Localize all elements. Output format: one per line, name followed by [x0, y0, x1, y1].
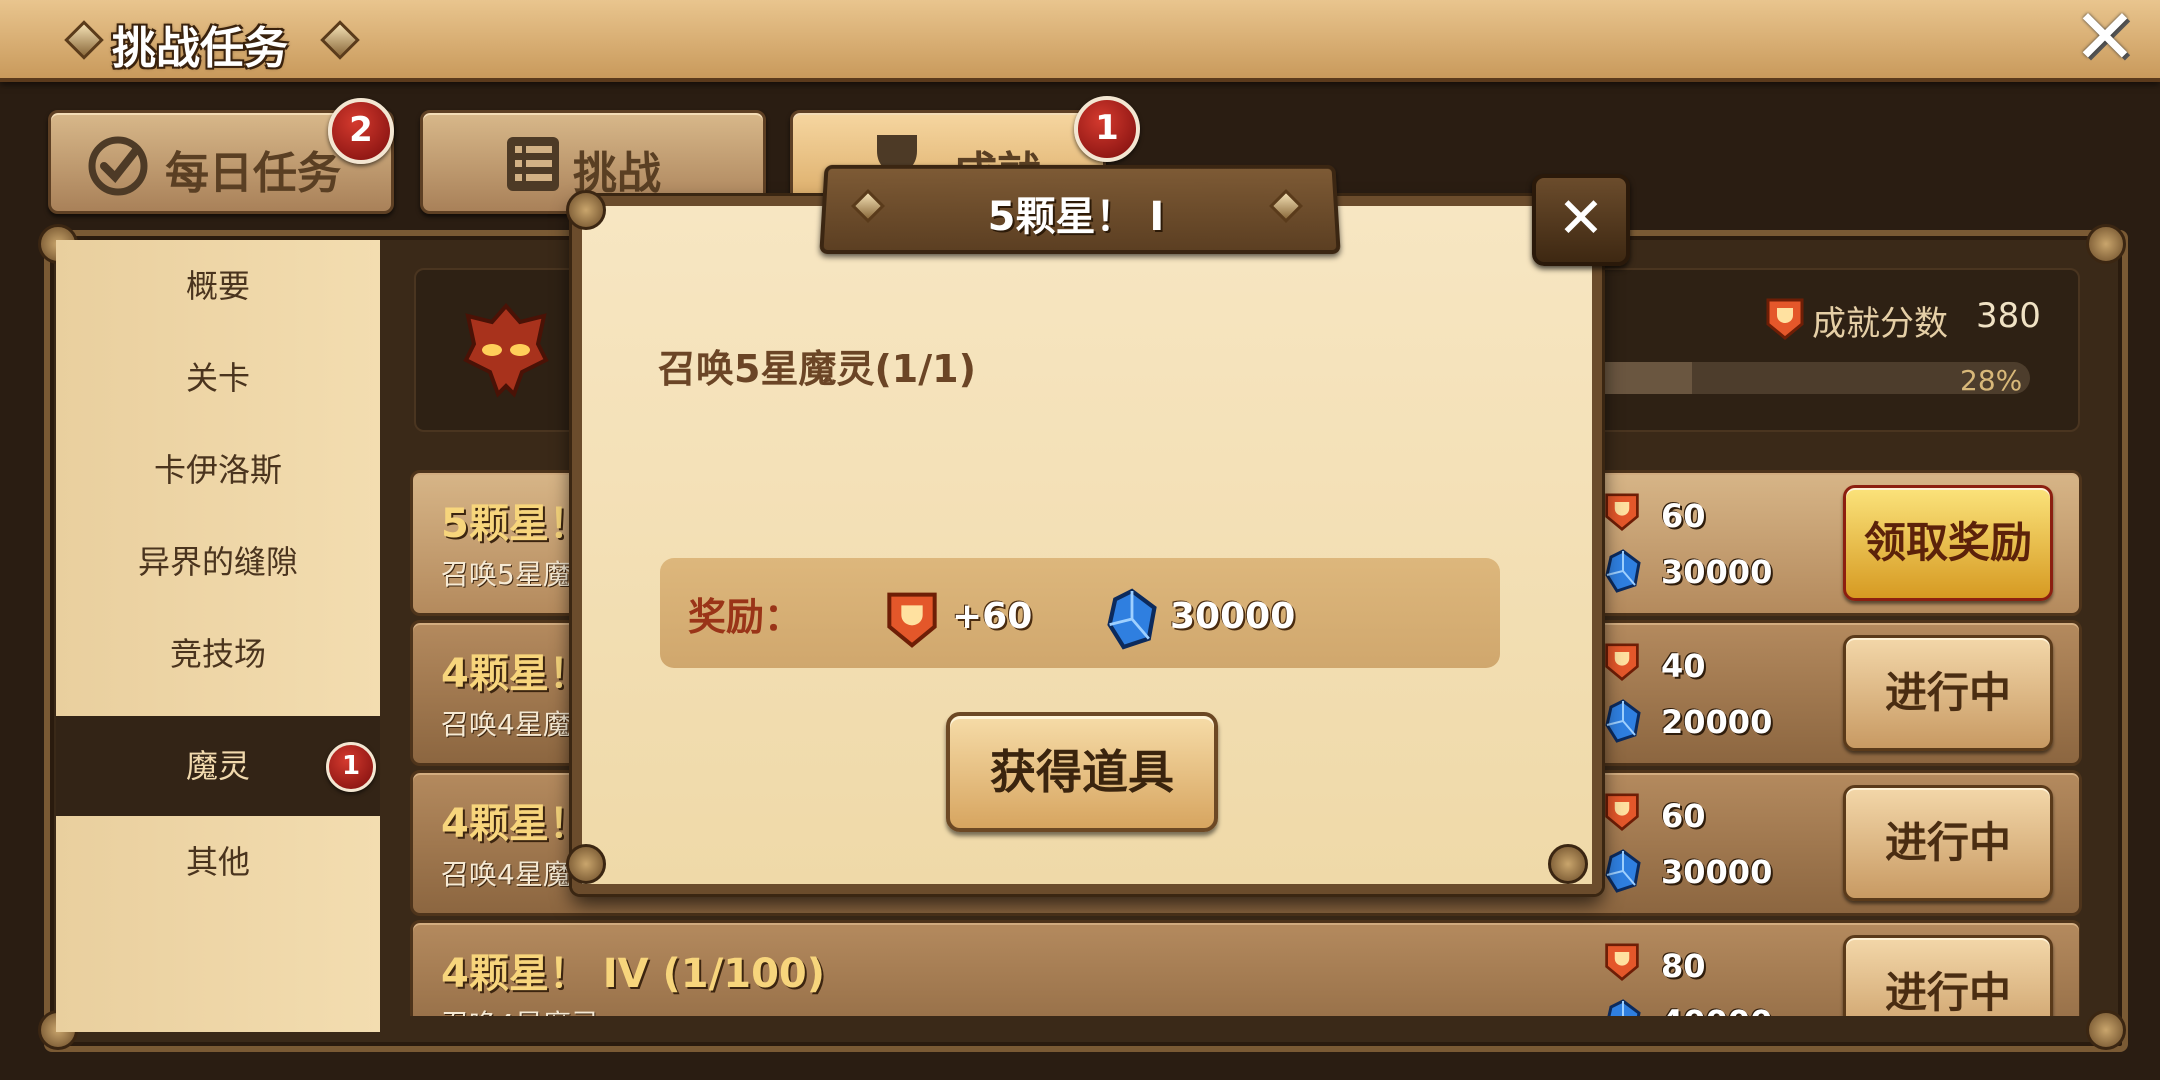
diamond-ornament-icon [320, 20, 360, 60]
frame-corner-ornament [2086, 224, 2126, 264]
tab-label: 每日任务 [165, 148, 341, 199]
gems-value: 40000 [1661, 1003, 1772, 1016]
crystal-icon [1605, 849, 1641, 893]
list-icon [507, 137, 559, 191]
task-title: 4颗星！ [441, 801, 589, 847]
notification-badge: 2 [328, 98, 394, 164]
points-value: 40 [1661, 647, 1706, 685]
task-subtitle: 召唤4星魔 [441, 708, 571, 741]
task-row: 4颗星！ IV (1/100) 召唤4星魔灵 80 40000 进行中 [410, 920, 2080, 1016]
in-progress-button[interactable]: 进行中 [1843, 935, 2053, 1016]
points-value: 80 [1661, 947, 1706, 985]
dialog-title: 5颗星！ I [987, 194, 1165, 240]
task-subtitle: 召唤5星魔 [441, 558, 571, 591]
close-button[interactable]: ✕ [2070, 0, 2140, 75]
reward-label: 奖励： [688, 595, 803, 639]
task-title: 5颗星！ [441, 501, 589, 547]
achievement-score-value: 380 [1976, 296, 2041, 336]
task-gems: 30000 [1603, 549, 1772, 601]
task-points: 60 [1603, 793, 1706, 839]
gems-value: 30000 [1661, 553, 1773, 591]
reward-points: +60 [952, 596, 1033, 637]
dialog-corner-ornament [566, 190, 606, 230]
get-item-button[interactable]: 获得道具 [946, 712, 1218, 832]
dialog-close-button[interactable]: ✕ [1532, 174, 1630, 266]
task-subtitle: 召唤4星魔 [441, 858, 571, 891]
sidebar-item-other[interactable]: 其他 [56, 816, 380, 908]
monster-mask-icon [463, 302, 549, 398]
task-row-clip: 4颗星！ IV (1/100) 召唤4星魔灵 80 40000 进行中 [410, 920, 2080, 1016]
points-value: 60 [1661, 797, 1706, 835]
crystal-icon [1605, 549, 1641, 593]
frame-corner-ornament [2086, 1010, 2126, 1050]
dialog-description: 召唤5星魔灵(1/1) [658, 347, 976, 391]
task-points: 80 [1603, 943, 1706, 989]
notification-badge: 1 [326, 742, 376, 792]
title-bar: 挑战任务 ✕ [0, 0, 2160, 82]
trophy-icon [1605, 643, 1639, 681]
task-points: 60 [1603, 493, 1706, 539]
sidebar-item-overview[interactable]: 概要 [56, 240, 380, 332]
crystal-icon [1607, 999, 1641, 1016]
trophy-icon [1605, 493, 1639, 531]
achievement-score-label: 成就分数 [1812, 304, 1948, 344]
trophy-icon [1605, 793, 1639, 831]
sidebar: 概要 关卡 卡伊洛斯 异界的缝隙 竞技场 魔灵 其他 [56, 240, 380, 1032]
diamond-ornament-icon [64, 20, 104, 60]
claim-reward-button[interactable]: 领取奖励 [1843, 485, 2053, 601]
sidebar-item-arena[interactable]: 竞技场 [56, 608, 380, 700]
points-value: 60 [1661, 497, 1706, 535]
task-subtitle: 召唤4星魔灵 [441, 1003, 599, 1016]
check-circle-icon [88, 136, 148, 196]
task-gems: 30000 [1603, 849, 1772, 901]
crystal-icon [1605, 699, 1641, 743]
reward-gems: 30000 [1170, 596, 1296, 637]
sidebar-item-rift[interactable]: 异界的缝隙 [56, 516, 380, 608]
in-progress-button[interactable]: 进行中 [1843, 635, 2053, 751]
crystal-icon [1107, 588, 1157, 650]
trophy-icon [887, 592, 937, 648]
trophy-icon [1605, 943, 1639, 981]
page-title: 挑战任务 [112, 23, 288, 74]
notification-badge: 1 [1074, 96, 1140, 162]
in-progress-button[interactable]: 进行中 [1843, 785, 2053, 901]
task-gems: 40000 [1603, 999, 1772, 1016]
task-points: 40 [1603, 643, 1706, 689]
gems-value: 30000 [1661, 853, 1773, 891]
sidebar-item-stages[interactable]: 关卡 [56, 332, 380, 424]
achievement-trophy-icon [1766, 298, 1804, 340]
gems-value: 20000 [1661, 703, 1773, 741]
dialog-corner-ornament [566, 844, 606, 884]
task-gems: 20000 [1603, 699, 1772, 751]
progress-percent: 28% [1960, 364, 2023, 397]
dialog-corner-ornament [1548, 844, 1588, 884]
task-title: 4颗星！ [441, 651, 589, 697]
sidebar-item-cairos[interactable]: 卡伊洛斯 [56, 424, 380, 516]
task-title: 4颗星！ IV (1/100) [441, 951, 826, 997]
